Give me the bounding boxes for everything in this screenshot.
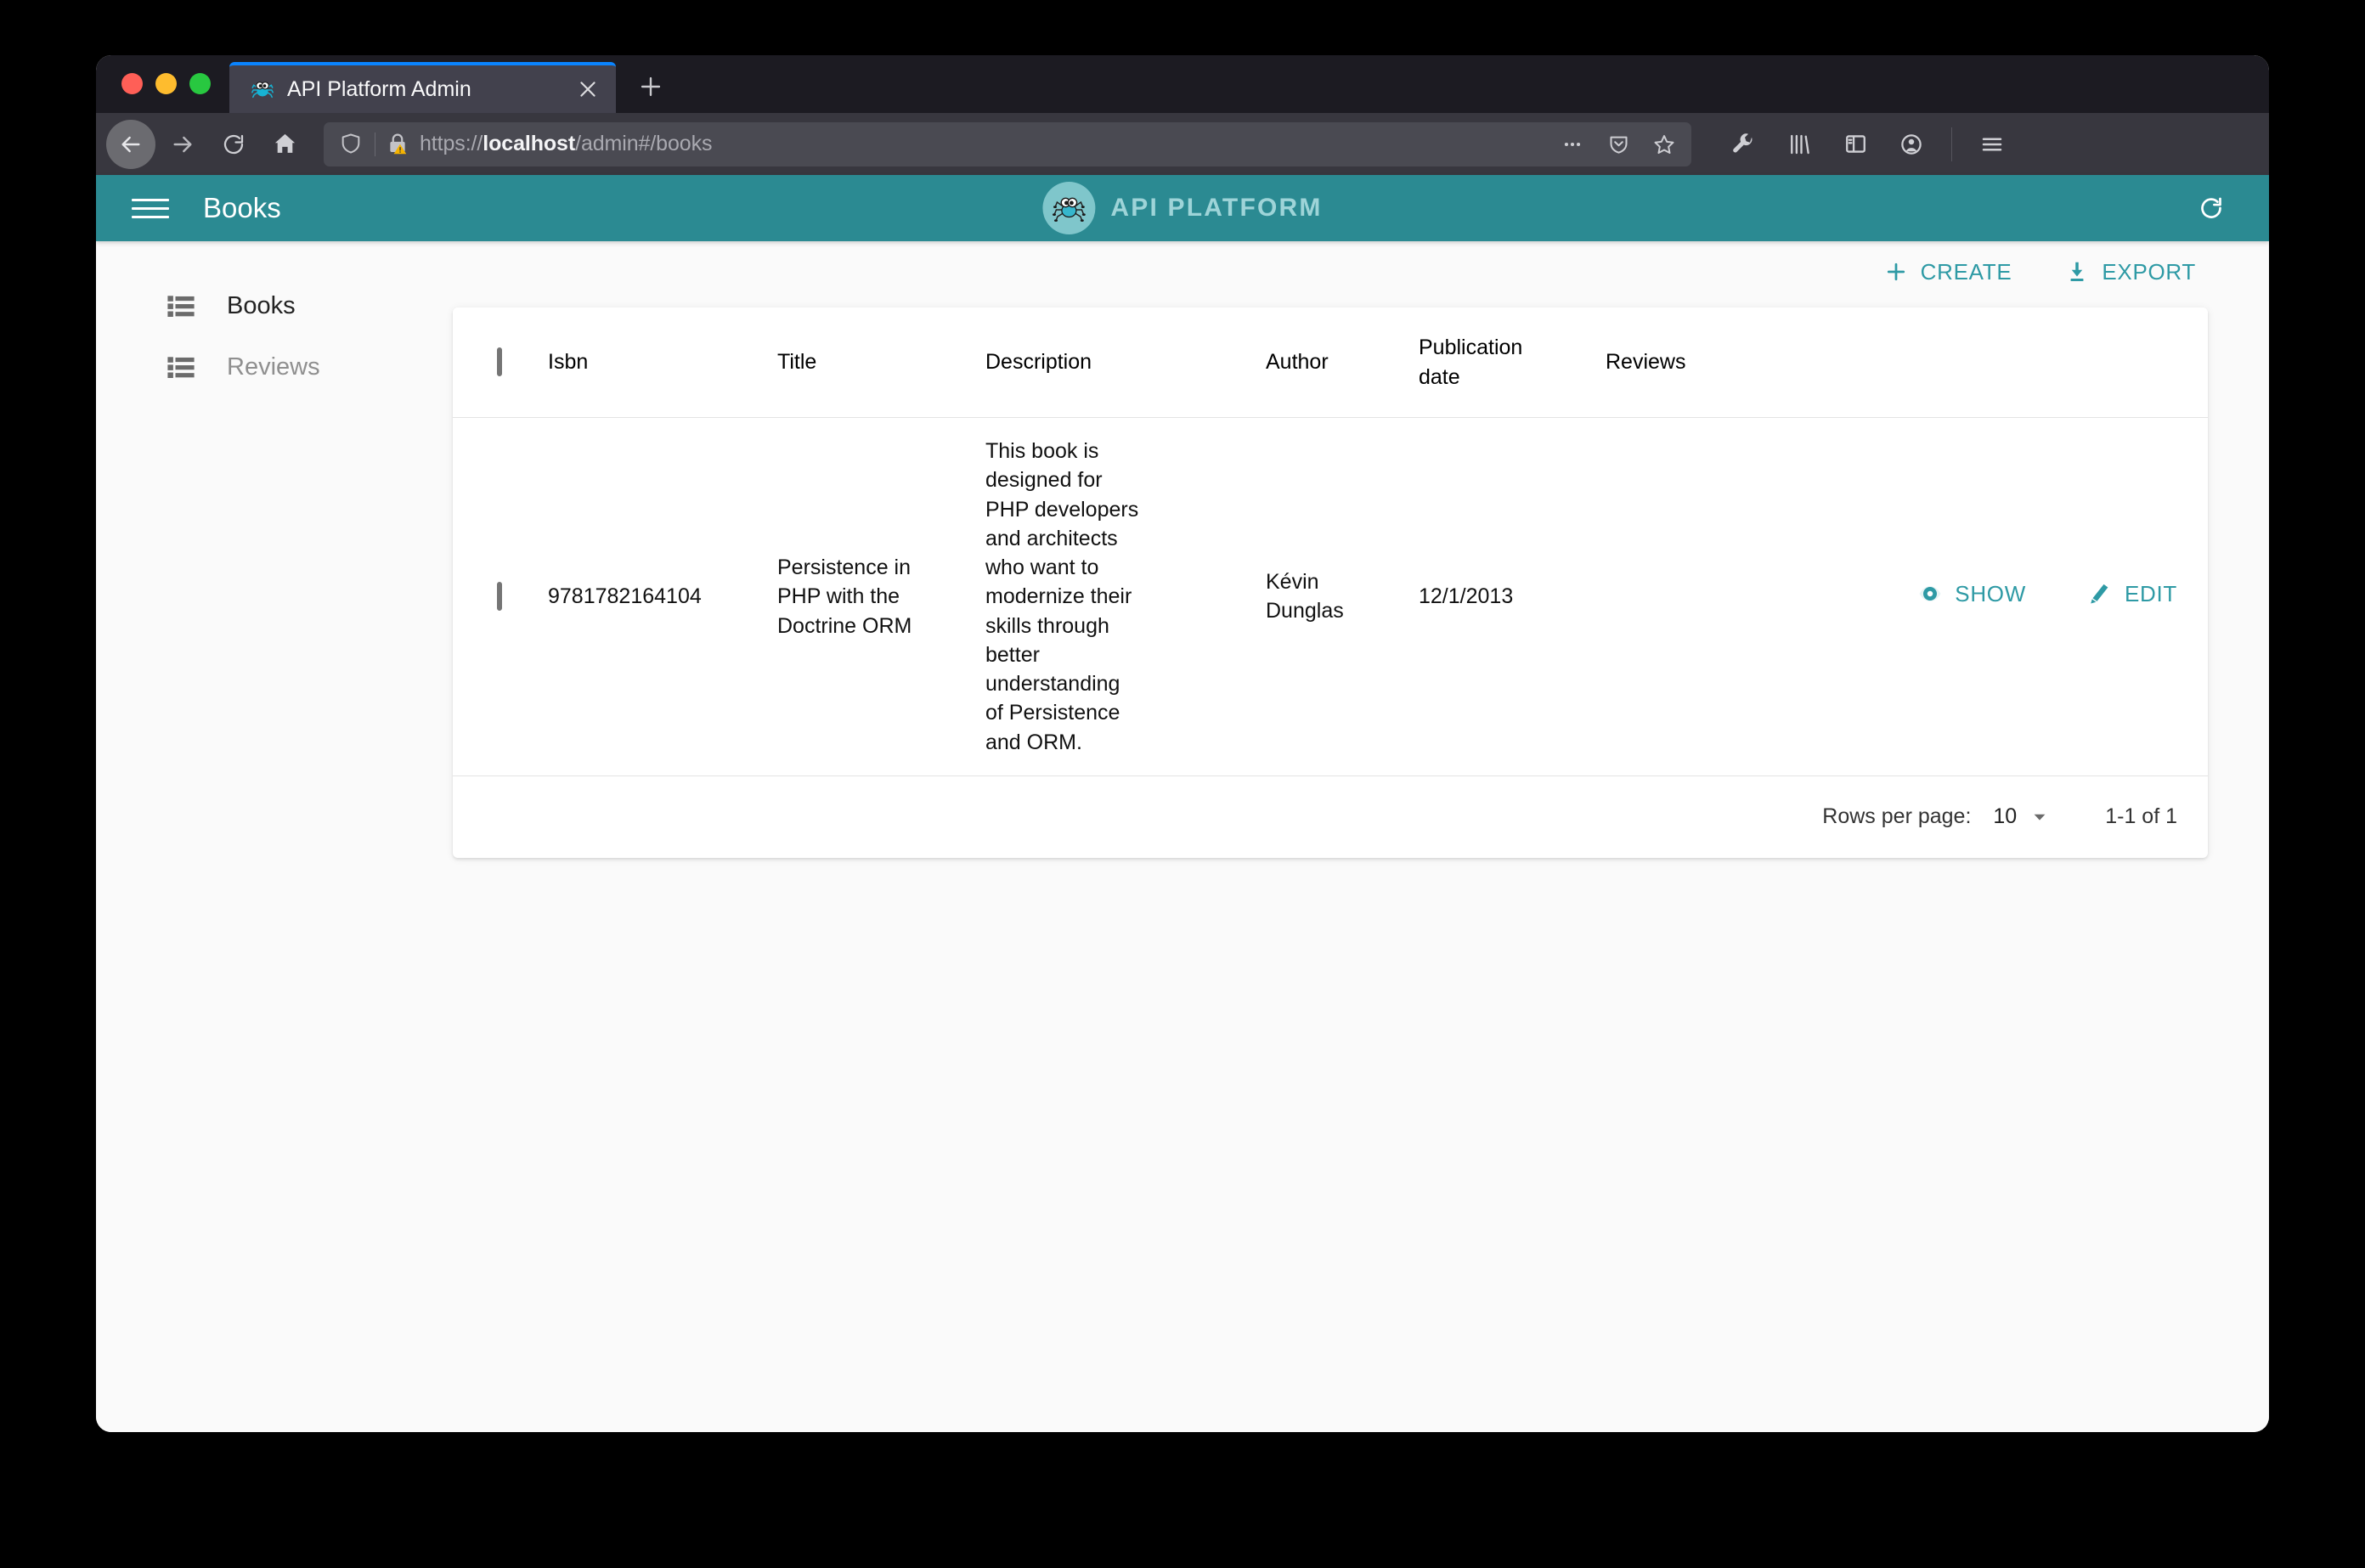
- sidebar-item-label: Books: [227, 292, 296, 320]
- column-header-publication-date[interactable]: Publication date: [1419, 307, 1606, 418]
- rows-per-page-label: Rows per page:: [1822, 804, 1971, 829]
- books-table-card: Isbn Title Description Author Publicatio…: [453, 307, 2208, 858]
- cell-author: Kévin Dunglas: [1266, 418, 1419, 776]
- main-content: CREATE EXPORT: [453, 241, 2269, 1432]
- page-range-label: 1-1 of 1: [2105, 804, 2177, 829]
- star-icon[interactable]: [1645, 126, 1683, 163]
- cell-isbn: 9781782164104: [548, 418, 777, 776]
- action-bar: CREATE EXPORT: [453, 241, 2208, 302]
- browser-toolbar-right: [1719, 121, 2017, 168]
- table-header-row: Isbn Title Description Author Publicatio…: [453, 307, 2208, 418]
- browser-tab[interactable]: API Platform Admin: [229, 62, 616, 113]
- column-header-title[interactable]: Title: [777, 307, 985, 418]
- home-icon[interactable]: [261, 121, 308, 168]
- window-traffic-lights: [96, 73, 229, 113]
- pencil-icon: [2087, 581, 2113, 606]
- window-zoom-button[interactable]: [189, 73, 211, 94]
- reload-icon[interactable]: [210, 121, 257, 168]
- sidebar-item-reviews[interactable]: Reviews: [96, 336, 453, 398]
- sidebar: Books Reviews: [96, 241, 453, 1432]
- table-header: Isbn Title Description Author Publicatio…: [453, 307, 2208, 418]
- cell-description: This book is designed for PHP developers…: [985, 418, 1266, 776]
- admin-app: Books: [96, 175, 2269, 1432]
- api-platform-spider-logo: [1042, 182, 1095, 234]
- table-row[interactable]: 9781782164104 Persistence in PHP with th…: [453, 418, 2208, 776]
- brand-name: API PLATFORM: [1110, 194, 1322, 223]
- hamburger-menu-icon[interactable]: [1967, 121, 2017, 168]
- show-button-label: SHOW: [1955, 581, 2026, 607]
- download-icon: [2064, 259, 2090, 285]
- create-button-label: CREATE: [1921, 259, 2012, 285]
- toolbar-divider: [1951, 127, 1952, 161]
- column-header-description[interactable]: Description: [985, 307, 1266, 418]
- lock-warning-icon[interactable]: [386, 132, 411, 157]
- table-pagination-footer: Rows per page: 10 1-1 of 1: [453, 776, 2208, 858]
- browser-tab-strip: API Platform Admin: [96, 55, 2269, 113]
- list-icon: [167, 356, 195, 378]
- chevron-down-icon: [2030, 808, 2049, 826]
- window-close-button[interactable]: [121, 73, 143, 94]
- table-body: 9781782164104 Persistence in PHP with th…: [453, 418, 2208, 776]
- api-platform-spider-favicon: [250, 76, 275, 102]
- plus-icon[interactable]: [628, 64, 674, 110]
- cell-row-actions: SHOW: [1784, 418, 2208, 776]
- shield-icon[interactable]: [339, 132, 364, 157]
- select-all-checkbox-cell: [453, 307, 548, 418]
- ellipsis-icon[interactable]: [1554, 126, 1591, 163]
- cell-reviews: [1606, 418, 1784, 776]
- column-header-author[interactable]: Author: [1266, 307, 1419, 418]
- page-title: Books: [203, 192, 281, 224]
- edit-button-label: EDIT: [2125, 581, 2177, 607]
- sidebar-item-label: Reviews: [227, 353, 320, 381]
- library-icon[interactable]: [1775, 121, 1824, 168]
- column-header-actions: [1784, 307, 2208, 418]
- rows-per-page-select[interactable]: 10: [1993, 804, 2049, 829]
- export-button[interactable]: EXPORT: [2054, 251, 2206, 294]
- column-header-reviews[interactable]: Reviews: [1606, 307, 1784, 418]
- pocket-icon[interactable]: [1600, 126, 1637, 163]
- row-actions: SHOW: [1917, 581, 2177, 607]
- list-icon: [167, 295, 195, 317]
- column-header-publication-date-label: Publication date: [1419, 333, 1563, 392]
- export-button-label: EXPORT: [2102, 259, 2196, 285]
- forward-arrow-icon[interactable]: [159, 121, 206, 168]
- window-minimize-button[interactable]: [155, 73, 177, 94]
- sidebar-item-books[interactable]: Books: [96, 275, 453, 336]
- eye-icon: [1917, 581, 1943, 606]
- show-button[interactable]: SHOW: [1917, 581, 2026, 607]
- create-button[interactable]: CREATE: [1873, 251, 2023, 294]
- refresh-icon[interactable]: [2189, 186, 2233, 230]
- cell-author-text: Kévin Dunglas: [1266, 567, 1385, 626]
- url-bar[interactable]: https://localhost/admin#/books: [324, 122, 1691, 166]
- browser-window: API Platform Admin: [96, 55, 2269, 1432]
- brand-logo: API PLATFORM: [1042, 182, 1322, 234]
- app-header: Books: [96, 175, 2269, 241]
- close-icon[interactable]: [573, 75, 602, 104]
- books-table: Isbn Title Description Author Publicatio…: [453, 307, 2208, 776]
- row-checkbox-cell: [453, 418, 548, 776]
- app-body: Books Reviews: [96, 241, 2269, 1432]
- cell-title: Persistence in PHP with the Doctrine ORM: [777, 418, 985, 776]
- sidebar-icon[interactable]: [1831, 121, 1880, 168]
- edit-button[interactable]: EDIT: [2087, 581, 2177, 607]
- row-select-checkbox[interactable]: [497, 582, 502, 611]
- account-icon[interactable]: [1887, 121, 1936, 168]
- cell-description-text: This book is designed for PHP developers…: [985, 437, 1143, 757]
- hamburger-menu-icon[interactable]: [127, 184, 174, 232]
- cell-publication-date: 12/1/2013: [1419, 418, 1606, 776]
- select-all-checkbox[interactable]: [497, 347, 502, 376]
- cell-title-text: Persistence in PHP with the Doctrine ORM: [777, 553, 926, 641]
- wrench-icon[interactable]: [1719, 121, 1768, 168]
- back-arrow-icon[interactable]: [106, 120, 155, 169]
- browser-tab-title: API Platform Admin: [287, 77, 562, 102]
- column-header-isbn[interactable]: Isbn: [548, 307, 777, 418]
- plus-icon: [1883, 259, 1909, 285]
- browser-nav-bar: https://localhost/admin#/books: [96, 113, 2269, 175]
- url-text: https://localhost/admin#/books: [420, 132, 1545, 156]
- rows-per-page-value: 10: [1993, 804, 2017, 829]
